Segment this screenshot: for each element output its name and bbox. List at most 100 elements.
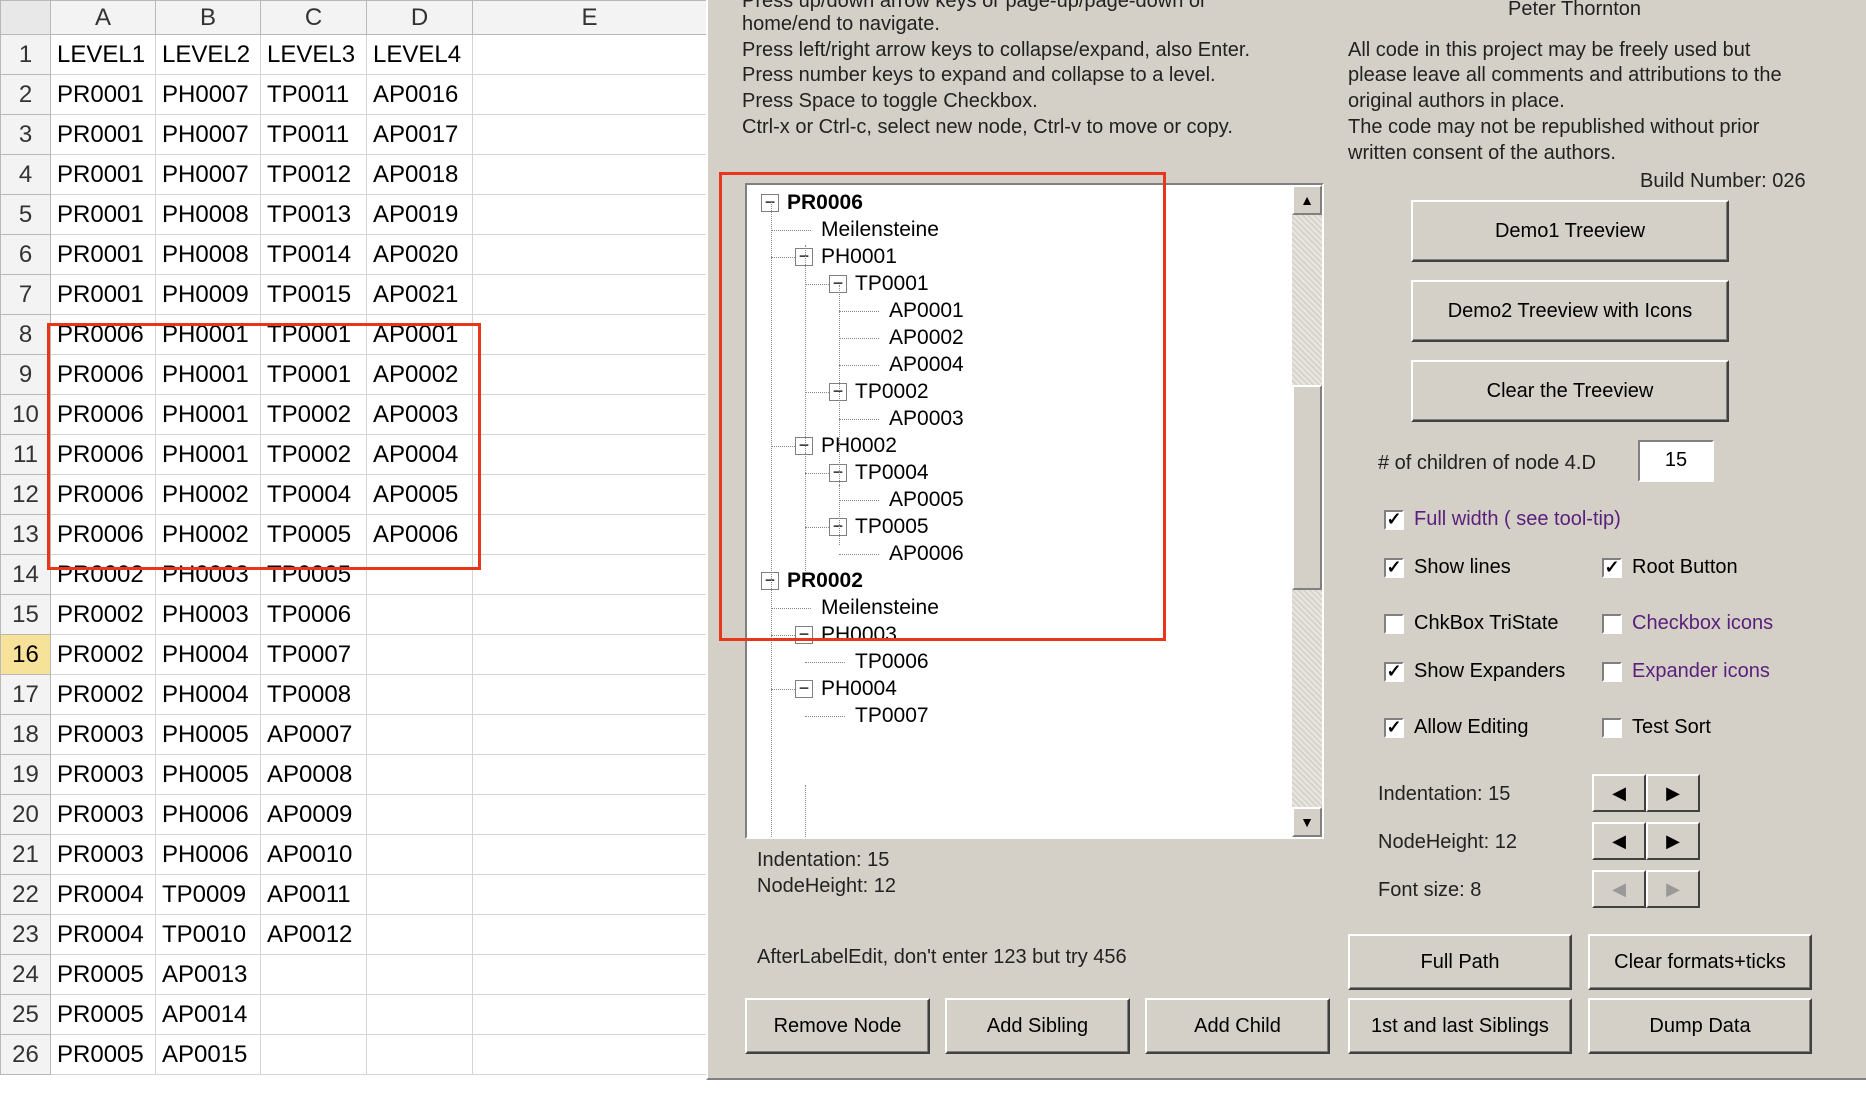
expander-icons-checkbox[interactable]: Expander icons: [1602, 660, 1770, 683]
row-header[interactable]: 2: [0, 74, 51, 115]
collapse-icon[interactable]: −: [761, 571, 779, 590]
cell[interactable]: [366, 994, 473, 1035]
full-width-checkbox[interactable]: ✓ Full width ( see tool-tip): [1384, 508, 1621, 531]
cell[interactable]: PH0002: [155, 514, 261, 555]
cell[interactable]: PH0003: [155, 594, 261, 635]
row-header[interactable]: 24: [0, 954, 51, 995]
add-sibling-button[interactable]: Add Sibling: [945, 998, 1130, 1054]
checkbox-icons-checkbox[interactable]: Checkbox icons: [1602, 612, 1773, 635]
tree-node[interactable]: TP0007: [855, 700, 929, 732]
collapse-icon[interactable]: −: [829, 382, 847, 401]
cell[interactable]: [366, 634, 473, 675]
cell[interactable]: AP0012: [260, 914, 367, 955]
cell[interactable]: [472, 754, 707, 795]
fontsize-decrease-icon[interactable]: ◀: [1592, 870, 1646, 908]
cell[interactable]: TP0009: [155, 874, 261, 915]
cell[interactable]: PH0006: [155, 834, 261, 875]
fontsize-increase-icon[interactable]: ▶: [1646, 870, 1700, 908]
row-header[interactable]: 5: [0, 194, 51, 235]
full-path-button[interactable]: Full Path: [1348, 934, 1572, 990]
cell[interactable]: PH0001: [155, 354, 261, 395]
collapse-icon[interactable]: −: [795, 625, 813, 644]
row-header[interactable]: 6: [0, 234, 51, 275]
cell[interactable]: PH0008: [155, 234, 261, 275]
scroll-thumb[interactable]: [1292, 385, 1322, 590]
cell[interactable]: [472, 714, 707, 755]
cell[interactable]: AP0016: [366, 74, 473, 115]
cell[interactable]: TP0005: [260, 514, 367, 555]
row-header[interactable]: 11: [0, 434, 51, 475]
cell[interactable]: PR0005: [50, 994, 156, 1035]
cell[interactable]: PH0002: [155, 474, 261, 515]
cell[interactable]: AP0005: [366, 474, 473, 515]
cell[interactable]: PH0005: [155, 714, 261, 755]
row-header[interactable]: 3: [0, 114, 51, 155]
clear-treeview-button[interactable]: Clear the Treeview: [1411, 360, 1729, 422]
cell[interactable]: PH0006: [155, 794, 261, 835]
cell[interactable]: [366, 794, 473, 835]
row-header[interactable]: 9: [0, 354, 51, 395]
cell[interactable]: [472, 34, 707, 75]
cell[interactable]: AP0017: [366, 114, 473, 155]
cell[interactable]: PR0006: [50, 394, 156, 435]
row-header[interactable]: 23: [0, 914, 51, 955]
cell[interactable]: [472, 634, 707, 675]
cell[interactable]: [472, 354, 707, 395]
demo1-treeview-button[interactable]: Demo1 Treeview: [1411, 200, 1729, 262]
cell[interactable]: PR0006: [50, 314, 156, 355]
cell[interactable]: [472, 314, 707, 355]
cell[interactable]: [472, 234, 707, 275]
cell[interactable]: AP0007: [260, 714, 367, 755]
cell[interactable]: PH0004: [155, 634, 261, 675]
cell[interactable]: PR0002: [50, 594, 156, 635]
cell[interactable]: [366, 754, 473, 795]
cell[interactable]: [472, 194, 707, 235]
cell[interactable]: [366, 874, 473, 915]
row-header[interactable]: 4: [0, 154, 51, 195]
first-last-siblings-button[interactable]: 1st and last Siblings: [1348, 998, 1572, 1054]
cell[interactable]: [260, 1034, 367, 1075]
clear-formats-ticks-button[interactable]: Clear formats+ticks: [1588, 934, 1812, 990]
column-header[interactable]: B: [155, 0, 261, 35]
cell[interactable]: TP0002: [260, 434, 367, 475]
cell[interactable]: TP0004: [260, 474, 367, 515]
cell[interactable]: PR0002: [50, 674, 156, 715]
cell[interactable]: LEVEL1: [50, 34, 156, 75]
cell[interactable]: [472, 1034, 707, 1075]
cell[interactable]: PH0001: [155, 434, 261, 475]
row-header[interactable]: 26: [0, 1034, 51, 1075]
show-expanders-checkbox[interactable]: ✓ Show Expanders: [1384, 660, 1565, 683]
cell[interactable]: AP0009: [260, 794, 367, 835]
cell[interactable]: AP0008: [260, 754, 367, 795]
cell[interactable]: PR0001: [50, 194, 156, 235]
tree-scrollbar[interactable]: ▲ ▼: [1292, 185, 1322, 837]
row-header[interactable]: 22: [0, 874, 51, 915]
children-count-input[interactable]: 15: [1638, 440, 1714, 482]
cell[interactable]: [366, 594, 473, 635]
cell[interactable]: PR0006: [50, 474, 156, 515]
cell[interactable]: TP0015: [260, 274, 367, 315]
cell[interactable]: PR0003: [50, 834, 156, 875]
collapse-icon[interactable]: −: [761, 193, 779, 212]
cell[interactable]: PR0006: [50, 434, 156, 475]
cell[interactable]: PH0003: [155, 554, 261, 595]
cell[interactable]: TP0001: [260, 354, 367, 395]
cell[interactable]: AP0020: [366, 234, 473, 275]
cell[interactable]: TP0008: [260, 674, 367, 715]
cell[interactable]: AP0021: [366, 274, 473, 315]
cell[interactable]: TP0005: [260, 554, 367, 595]
cell[interactable]: AP0002: [366, 354, 473, 395]
cell[interactable]: [472, 834, 707, 875]
cell[interactable]: [472, 554, 707, 595]
treeview[interactable]: − PR0006 Meilensteine − PH0001− TP0001 AP0001 A…: [745, 183, 1324, 839]
chkbox-tristate-checkbox[interactable]: ChkBox TriState: [1384, 612, 1559, 635]
row-header[interactable]: 17: [0, 674, 51, 715]
collapse-icon[interactable]: −: [829, 517, 847, 536]
cell[interactable]: [472, 914, 707, 955]
nodeheight-increase-icon[interactable]: ▶: [1646, 822, 1700, 860]
cell[interactable]: AP0010: [260, 834, 367, 875]
cell[interactable]: [472, 394, 707, 435]
cell[interactable]: PH0007: [155, 114, 261, 155]
row-header[interactable]: 19: [0, 754, 51, 795]
row-header[interactable]: 21: [0, 834, 51, 875]
